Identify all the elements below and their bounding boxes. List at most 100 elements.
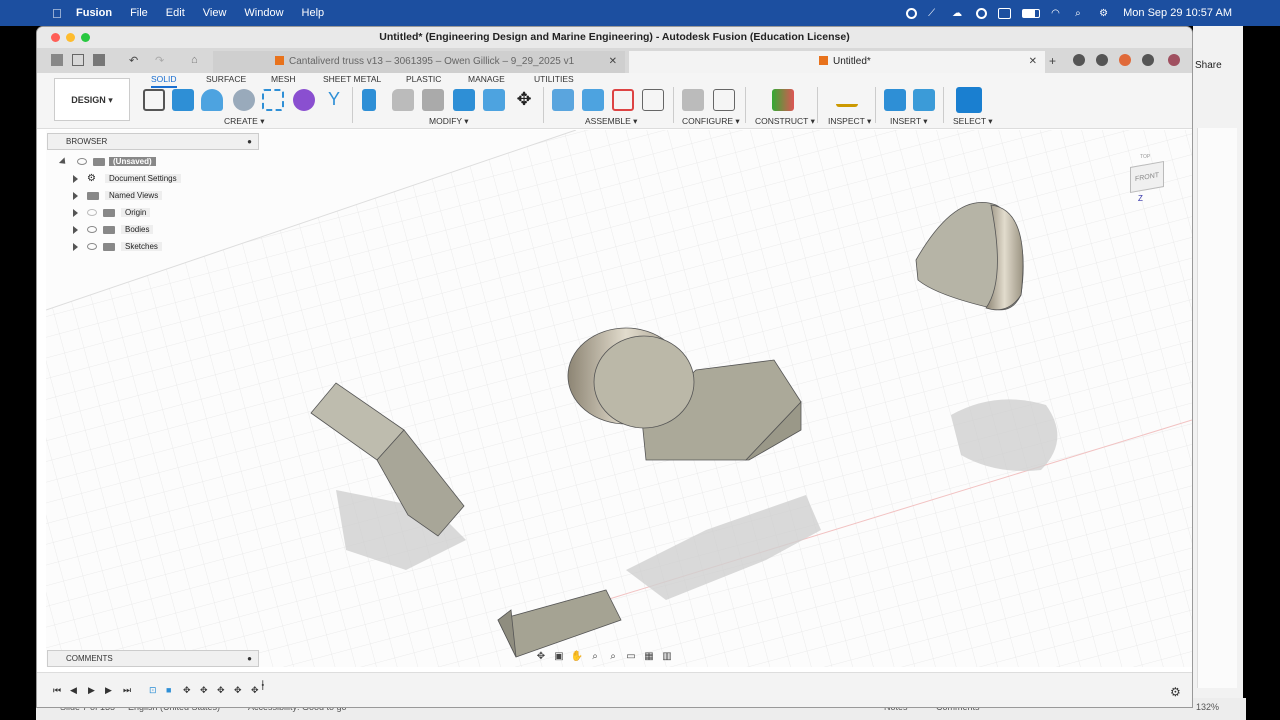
configure-icon[interactable] [682, 89, 704, 111]
tree-item-label[interactable]: Bodies [121, 225, 154, 234]
expand-triangle-icon[interactable] [73, 243, 78, 251]
step-forward-icon[interactable]: ▶ [105, 685, 112, 696]
tree-item-named-views[interactable]: Named Views [73, 190, 163, 202]
home-icon[interactable]: ⌂ [191, 54, 203, 66]
fillet-icon[interactable] [392, 89, 414, 111]
menu-file[interactable]: File [130, 7, 148, 19]
window-icon[interactable] [998, 7, 1012, 19]
viewports-icon[interactable]: ▥ [660, 651, 674, 663]
measure-icon[interactable] [836, 95, 858, 107]
avatar[interactable] [1168, 54, 1180, 66]
visibility-eye-icon[interactable] [87, 209, 97, 216]
zoom-icon[interactable]: ⌕ [588, 651, 602, 663]
display-settings-icon[interactable]: ▭ [624, 651, 638, 663]
tree-item-label[interactable]: Named Views [105, 191, 163, 200]
go-to-start-icon[interactable]: ⏮ [53, 685, 61, 696]
timeline-sketch-icon[interactable]: ⊡ [149, 685, 157, 696]
play-circle-icon[interactable] [976, 7, 988, 19]
viewport-canvas[interactable]: FRONT TOP Z [45, 129, 1192, 667]
timeline-move-icon[interactable]: ✥ [251, 685, 259, 696]
apple-icon[interactable]:  [52, 6, 64, 21]
share-button[interactable]: Share [1195, 60, 1222, 71]
browser-collapse-icon[interactable]: ● [247, 134, 252, 149]
timeline-marker[interactable]: ⍿ [261, 677, 265, 694]
press-pull-icon[interactable] [362, 89, 376, 111]
tab-mesh[interactable]: MESH [271, 74, 296, 84]
close-tab-icon[interactable]: ✕ [609, 51, 617, 73]
record-icon[interactable] [906, 7, 918, 19]
group-modify[interactable]: MODIFY ▾ [429, 116, 469, 127]
extensions-icon[interactable] [1073, 54, 1085, 66]
expand-triangle-icon[interactable] [73, 209, 78, 217]
job-status-icon[interactable] [1096, 54, 1108, 66]
timeline-move-icon[interactable]: ✥ [183, 685, 191, 696]
tree-item-document-settings[interactable]: ⚙ Document Settings [73, 173, 181, 185]
expand-triangle-icon[interactable] [73, 175, 78, 183]
combine-icon[interactable] [483, 89, 505, 111]
viewcube-top-label[interactable]: TOP [1140, 154, 1150, 160]
comments-panel-header[interactable]: COMMENTS ● [47, 650, 259, 667]
file-icon[interactable] [72, 54, 84, 66]
revolve-icon[interactable] [201, 89, 223, 111]
new-tab-icon[interactable]: + [1049, 54, 1061, 68]
notifications-icon[interactable] [1119, 54, 1131, 66]
menu-view[interactable]: View [203, 7, 227, 19]
workspace-switcher[interactable]: DESIGN ▾ [54, 78, 130, 121]
status-zoom[interactable]: 132% [1196, 702, 1219, 712]
play-icon[interactable]: ▶ [88, 685, 95, 696]
collapse-triangle-icon[interactable] [58, 157, 69, 167]
battery-icon[interactable] [1022, 8, 1041, 18]
viewcube[interactable]: FRONT TOP Z [1124, 152, 1172, 203]
menu-help[interactable]: Help [302, 7, 325, 19]
tab-truss-document[interactable]: Cantaliverd truss v13 – 3061395 – Owen G… [213, 51, 625, 73]
control-center-icon[interactable]: ⚙ [1099, 8, 1112, 19]
step-back-icon[interactable]: ◀ [70, 685, 77, 696]
menu-edit[interactable]: Edit [166, 7, 185, 19]
tab-solid[interactable]: SOLID [151, 74, 177, 88]
hole-icon[interactable] [233, 89, 255, 111]
group-configure[interactable]: CONFIGURE ▾ [682, 116, 740, 127]
tab-plastic[interactable]: PLASTIC [406, 74, 441, 84]
visibility-eye-icon[interactable] [87, 243, 97, 250]
tree-item-origin[interactable]: Origin [73, 207, 151, 219]
as-built-joint-icon[interactable] [612, 89, 634, 111]
insert-image-icon[interactable] [913, 89, 935, 111]
derive-icon[interactable]: Y [323, 89, 345, 111]
search-icon[interactable]: ⌕ [1075, 8, 1088, 19]
save-icon[interactable] [93, 54, 105, 66]
close-window-button[interactable] [51, 33, 60, 42]
group-assemble[interactable]: ASSEMBLE ▾ [585, 116, 637, 127]
go-to-end-icon[interactable]: ⏭ [123, 685, 131, 696]
browser-panel-header[interactable]: BROWSER ● [47, 133, 259, 150]
group-construct[interactable]: CONSTRUCT ▾ [755, 116, 815, 127]
insert-derive-icon[interactable] [884, 89, 906, 111]
shell-icon[interactable] [453, 89, 475, 111]
undo-icon[interactable]: ↶ [129, 54, 141, 67]
extrude-icon[interactable] [172, 89, 194, 111]
tab-surface[interactable]: SURFACE [206, 74, 246, 84]
grid-settings-icon[interactable]: ▦ [642, 651, 656, 663]
group-insert[interactable]: INSERT ▾ [890, 116, 928, 127]
pattern-icon[interactable] [262, 89, 284, 111]
grid-menu-icon[interactable] [51, 54, 63, 66]
menubar-clock[interactable]: Mon Sep 29 10:57 AM [1123, 7, 1232, 19]
scribble-icon[interactable]: ⟋ [928, 8, 941, 19]
tab-untitled[interactable]: Untitled* ✕ [629, 51, 1045, 73]
tree-item-label[interactable]: Document Settings [105, 174, 181, 183]
offset-plane-icon[interactable] [772, 89, 794, 111]
pan-icon[interactable]: ✋ [570, 651, 584, 663]
joint-origin-icon[interactable] [642, 89, 664, 111]
visibility-eye-icon[interactable] [77, 158, 87, 165]
close-tab-icon[interactable]: ✕ [1029, 51, 1037, 73]
comments-expand-icon[interactable]: ● [247, 651, 252, 666]
help-icon[interactable] [1142, 54, 1154, 66]
new-component-icon[interactable] [552, 89, 574, 111]
cloud-icon[interactable]: ☁ [952, 8, 965, 19]
viewport-scene[interactable] [45, 129, 1192, 667]
timeline-settings-gear-icon[interactable]: ⚙ [1170, 685, 1181, 699]
app-menu-fusion[interactable]: Fusion [76, 7, 112, 19]
tab-utilities[interactable]: UTILITIES [534, 74, 574, 84]
tab-manage[interactable]: MANAGE [468, 74, 505, 84]
tree-root[interactable]: (Unsaved) [58, 156, 156, 168]
joint-icon[interactable] [582, 89, 604, 111]
